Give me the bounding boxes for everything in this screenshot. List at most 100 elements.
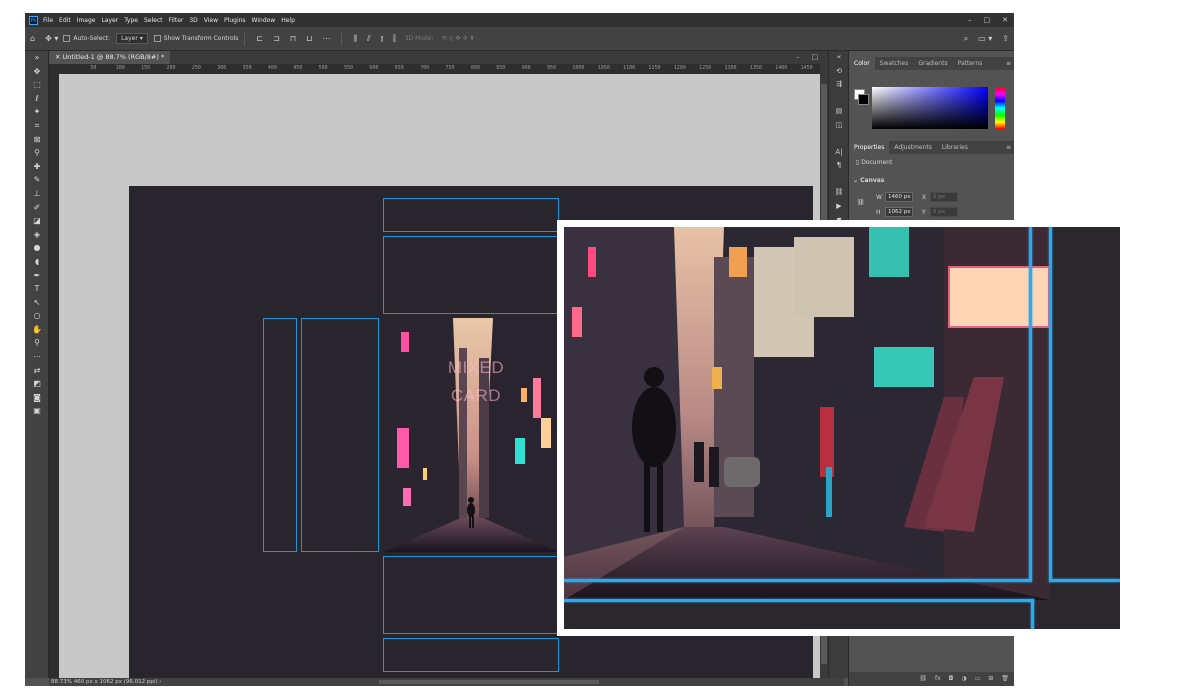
menu-plugins[interactable]: Plugins xyxy=(224,17,246,24)
guide-frame-top-large[interactable] xyxy=(383,236,559,314)
align-left-icon[interactable]: ⊏ xyxy=(256,34,263,43)
doc-maximize-button[interactable]: □ xyxy=(812,51,819,64)
city-street-image[interactable]: MIXED CARD xyxy=(383,318,559,552)
hue-slider[interactable] xyxy=(995,87,1005,129)
hand-tool-icon[interactable]: ✋ xyxy=(25,323,49,337)
auto-select-checkbox[interactable] xyxy=(63,35,71,42)
collapse-icon[interactable]: » xyxy=(25,51,49,65)
screen-mode-icon[interactable]: ▣ xyxy=(25,404,49,418)
menu-edit[interactable]: Edit xyxy=(59,17,71,24)
minimize-button[interactable]: – xyxy=(968,13,972,27)
width-field[interactable]: 1460 px xyxy=(885,192,913,202)
auto-select-dropdown[interactable]: Layer ▾ xyxy=(116,33,148,44)
workspace-icon[interactable]: ▭ ▾ xyxy=(978,34,992,43)
align-center-icon[interactable]: ⊐ xyxy=(273,34,280,43)
dodge-tool-icon[interactable]: ◖ xyxy=(25,255,49,269)
distribute-center-icon[interactable]: ⫽ xyxy=(367,34,371,44)
group-icon[interactable]: ▭ xyxy=(975,672,981,686)
stamp-tool-icon[interactable]: ⊥ xyxy=(25,187,49,201)
link-icon[interactable]: ⛓ xyxy=(857,199,865,206)
color-picker-field[interactable] xyxy=(872,87,988,129)
tab-close-icon[interactable]: ✕ xyxy=(55,53,63,61)
canvas-section-header[interactable]: ⌄ Canvas xyxy=(853,177,884,184)
show-transform-checkbox[interactable] xyxy=(153,35,161,42)
swap-colors-icon[interactable]: ⇄ xyxy=(25,364,49,378)
tab-patterns[interactable]: Patterns xyxy=(953,57,988,70)
card-text-layer[interactable]: MIXED CARD xyxy=(431,354,521,410)
magic-wand-icon[interactable]: ✦ xyxy=(25,105,49,119)
lasso-tool-icon[interactable]: ℓ xyxy=(25,92,49,106)
align-right-icon[interactable]: ⊓ xyxy=(290,34,296,43)
zoom-tool-icon[interactable]: ⚲ xyxy=(25,336,49,350)
frame-tool-icon[interactable]: ⊠ xyxy=(25,133,49,147)
close-button[interactable]: ✕ xyxy=(1002,13,1008,27)
tab-swatches[interactable]: Swatches xyxy=(875,57,914,70)
channels-icon[interactable]: ◫ xyxy=(829,119,849,133)
vertical-ruler[interactable] xyxy=(49,74,59,678)
menu-layer[interactable]: Layer xyxy=(101,17,118,24)
share-icon[interactable]: ⇪ xyxy=(1002,34,1009,43)
y-field[interactable]: 0 px xyxy=(930,207,958,217)
tab-color[interactable]: Color xyxy=(849,57,875,70)
guide-frame-bottom-large[interactable] xyxy=(383,556,559,634)
menu-filter[interactable]: Filter xyxy=(169,17,184,24)
fx-icon[interactable]: fx xyxy=(935,672,941,686)
document-tab[interactable]: ✕ Untitled-1 @ 88.7% (RGB/8#) * xyxy=(49,51,171,64)
menu-view[interactable]: View xyxy=(204,17,218,24)
healing-brush-icon[interactable]: ✚ xyxy=(25,160,49,174)
link-layers-icon[interactable]: ⛓ xyxy=(919,672,927,686)
maximize-button[interactable]: □ xyxy=(984,13,991,27)
menu-select[interactable]: Select xyxy=(144,17,163,24)
menu-help[interactable]: Help xyxy=(281,17,295,24)
collapse-panels-icon[interactable]: « xyxy=(829,51,849,65)
panel-menu-icon[interactable]: ≡ xyxy=(1006,57,1014,70)
horizontal-ruler[interactable]: 50 100 150 200 250 300 350 400 450 500 550 600 650 70… xyxy=(59,64,820,74)
quick-mask-icon[interactable]: ◙ xyxy=(25,391,49,405)
crop-tool-icon[interactable]: ⌗ xyxy=(25,119,49,133)
distribute-right-icon[interactable]: ⫾ xyxy=(381,34,384,44)
move-tool-icon[interactable]: ✥ ▾ xyxy=(45,34,58,43)
more-tools-icon[interactable]: ⋯ xyxy=(25,350,49,364)
actions-icon[interactable]: ⛓ xyxy=(829,186,849,200)
background-color-swatch[interactable] xyxy=(858,94,869,105)
color-swatches-icon[interactable]: ◩ xyxy=(25,377,49,391)
distribute-more-icon[interactable]: ⫿ xyxy=(393,34,396,44)
tab-adjustments[interactable]: Adjustments xyxy=(889,141,937,154)
tab-properties[interactable]: Properties xyxy=(849,141,890,154)
shape-tool-icon[interactable]: ○ xyxy=(25,309,49,323)
more-options-icon[interactable]: ⋯ xyxy=(322,34,330,43)
height-field[interactable]: 1062 px xyxy=(885,207,913,217)
distribute-left-icon[interactable]: ⫼ xyxy=(353,34,357,44)
menu-3d[interactable]: 3D xyxy=(189,17,197,24)
trash-icon[interactable]: 🗑 xyxy=(1001,672,1009,686)
history-brush-icon[interactable]: ✐ xyxy=(25,201,49,215)
panel-menu-icon[interactable]: ≡ xyxy=(1006,141,1014,154)
paint-bucket-icon[interactable]: ◈ xyxy=(25,228,49,242)
history-icon[interactable]: ⟲ xyxy=(829,65,849,79)
move-tool-icon[interactable]: ✥ xyxy=(25,65,49,79)
marquee-tool-icon[interactable]: ⬚ xyxy=(25,78,49,92)
guide-frame-top-small[interactable] xyxy=(383,198,559,232)
new-layer-icon[interactable]: ⊞ xyxy=(988,672,993,686)
menu-type[interactable]: Type xyxy=(124,17,138,24)
horizontal-scroll-thumb[interactable] xyxy=(379,680,599,684)
character-icon[interactable]: A| xyxy=(829,146,849,160)
menu-image[interactable]: Image xyxy=(77,17,96,24)
mask-icon[interactable]: ◘ xyxy=(949,672,954,686)
pen-tool-icon[interactable]: ✒ xyxy=(25,269,49,283)
play-icon[interactable]: ▶ xyxy=(829,200,849,214)
paragraph-icon[interactable]: ¶ xyxy=(829,159,849,173)
x-field[interactable]: 0 px xyxy=(930,192,958,202)
home-icon[interactable]: ⌂ xyxy=(30,34,35,43)
menu-window[interactable]: Window xyxy=(252,17,276,24)
adjustment-layer-icon[interactable]: ◑ xyxy=(961,672,966,686)
align-top-icon[interactable]: ⊔ xyxy=(306,34,312,43)
menu-file[interactable]: File xyxy=(43,17,53,24)
eraser-tool-icon[interactable]: ◪ xyxy=(25,214,49,228)
layers-icon[interactable]: ▤ xyxy=(829,105,849,119)
adjust-icon[interactable]: ⇶ xyxy=(829,78,849,92)
guide-frame-left-inner[interactable] xyxy=(301,318,379,552)
search-icon[interactable]: ⌕ xyxy=(964,34,968,44)
guide-frame-left-outer[interactable] xyxy=(263,318,297,552)
path-selection-icon[interactable]: ↖ xyxy=(25,296,49,310)
